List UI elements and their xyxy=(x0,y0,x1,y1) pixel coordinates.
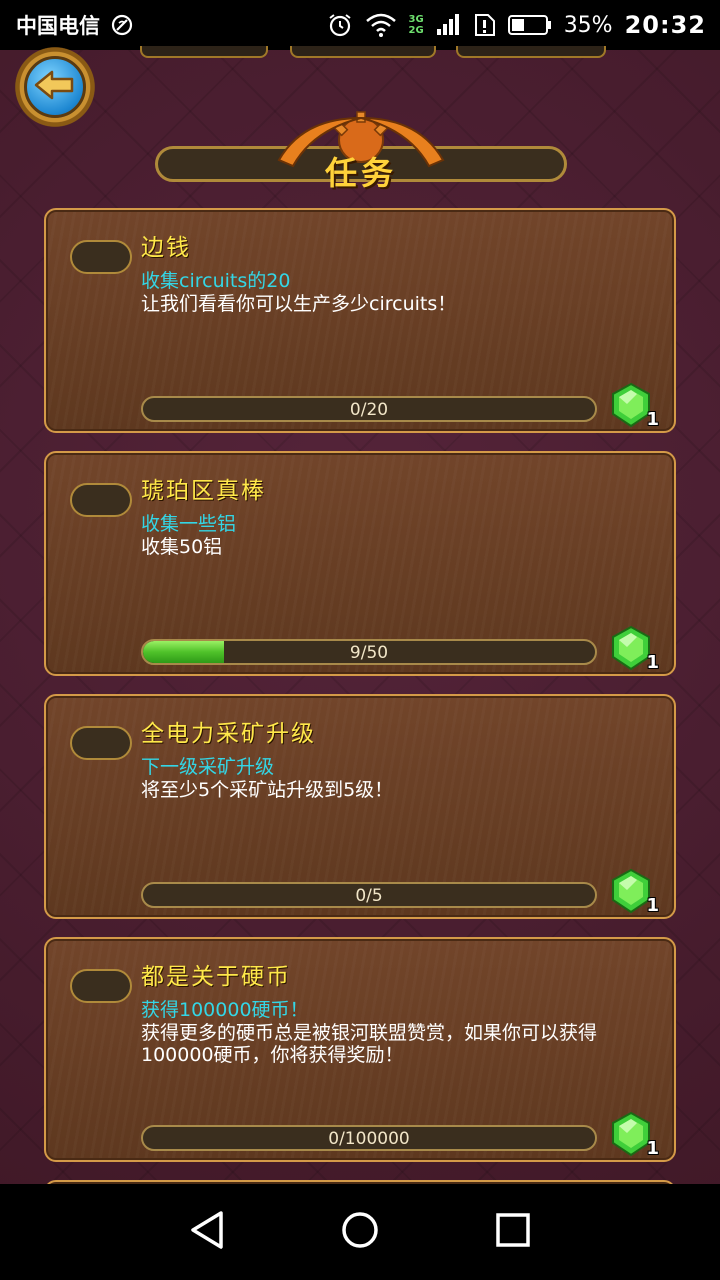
quest-card[interactable]: 都是关于硬币 获得100000硬币！ 获得更多的硬币总是被银河联盟赞赏，如果你可… xyxy=(44,937,676,1162)
no-disturb-icon xyxy=(110,13,134,37)
quest-progress-bar: 0/20 xyxy=(141,396,597,422)
quest-subtitle: 收集一些铝 xyxy=(141,513,237,535)
hud-coin-slot xyxy=(290,46,436,58)
battery-percent: 35% xyxy=(563,12,613,38)
top-hud xyxy=(0,42,720,132)
reward-count: 1 xyxy=(646,1138,659,1159)
circle-home-icon xyxy=(340,1210,380,1254)
clock: 20:32 xyxy=(624,11,706,39)
quest-status-slot xyxy=(70,240,132,274)
quest-subtitle: 收集circuits的20 xyxy=(141,270,291,292)
quest-progress-label: 0/20 xyxy=(349,400,389,420)
quest-card[interactable]: 琥珀区真棒 收集一些铝 收集50铝 9/50 1 xyxy=(44,451,676,676)
title-banner: 任务 xyxy=(155,110,567,192)
quest-title: 都是关于硬币 xyxy=(141,964,291,990)
reward-count: 1 xyxy=(646,409,659,430)
carrier-name: 中国电信 xyxy=(16,14,100,38)
quest-status-slot xyxy=(70,969,132,1003)
square-recent-icon xyxy=(495,1212,531,1252)
quest-progress-label: 0/5 xyxy=(355,886,383,906)
quest-progress-bar: 0/5 xyxy=(141,882,597,908)
quest-description: 获得更多的硬币总是被银河联盟赞赏，如果你可以获得100000硬币，你将获得奖励！ xyxy=(141,1022,598,1066)
quest-description: 让我们看看你可以生产多少circuits！ xyxy=(141,293,457,315)
page-title: 任务 xyxy=(324,154,397,192)
quest-progress-bar: 9/50 xyxy=(141,639,597,665)
sim-alert-icon xyxy=(474,13,496,37)
quest-progress-label: 0/100000 xyxy=(328,1129,410,1149)
hud-gem-slot xyxy=(456,46,606,58)
quest-reward[interactable]: 1 xyxy=(609,1111,659,1159)
quest-status-slot xyxy=(70,483,132,517)
quest-subtitle: 获得100000硬币！ xyxy=(141,999,309,1021)
back-arrow-icon xyxy=(34,69,76,105)
quest-status-slot xyxy=(70,726,132,760)
quest-subtitle: 下一级采矿升级 xyxy=(141,756,275,778)
signal-icon xyxy=(436,13,462,37)
quest-title: 琥珀区真棒 xyxy=(141,478,266,504)
navigation-bar xyxy=(0,1184,720,1280)
quest-description: 将至少5个采矿站升级到5级！ xyxy=(141,779,394,801)
quest-card[interactable]: 全电力采矿升级 下一级采矿升级 将至少5个采矿站升级到5级！ 0/5 1 xyxy=(44,694,676,919)
wifi-icon xyxy=(365,13,397,37)
status-bar: 中国电信 3G 2G 35% 20:32 xyxy=(0,0,720,50)
triangle-back-icon xyxy=(189,1210,225,1254)
quest-title: 全电力采矿升级 xyxy=(141,721,316,747)
battery-icon xyxy=(507,14,552,36)
alarm-icon xyxy=(327,12,353,38)
reward-count: 1 xyxy=(646,652,659,673)
nav-recent-button[interactable] xyxy=(483,1202,543,1262)
quest-progress-label: 9/50 xyxy=(349,643,389,663)
quest-reward[interactable]: 1 xyxy=(609,625,659,673)
quest-title: 边钱 xyxy=(141,235,191,261)
nav-home-button[interactable] xyxy=(330,1202,390,1262)
quest-list[interactable]: 边钱 收集circuits的20 让我们看看你可以生产多少circuits！ 0… xyxy=(44,208,676,1258)
hud-resource-slot xyxy=(140,46,268,58)
quest-reward[interactable]: 1 xyxy=(609,868,659,916)
network-type-tag: 3G 2G xyxy=(408,14,424,36)
reward-count: 1 xyxy=(646,895,659,916)
quest-progress-bar: 0/100000 xyxy=(141,1125,597,1151)
back-button[interactable] xyxy=(10,42,100,132)
nav-back-button[interactable] xyxy=(177,1202,237,1262)
quest-card[interactable]: 边钱 收集circuits的20 让我们看看你可以生产多少circuits！ 0… xyxy=(44,208,676,433)
quest-description: 收集50铝 xyxy=(141,536,223,558)
quest-reward[interactable]: 1 xyxy=(609,382,659,430)
